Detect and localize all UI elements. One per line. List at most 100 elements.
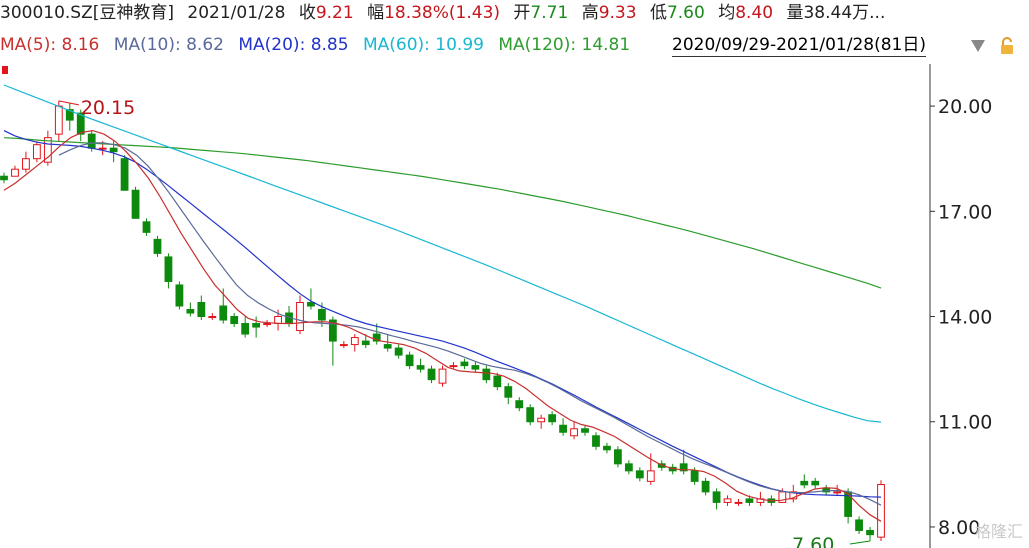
candle-body <box>405 354 414 367</box>
candles <box>0 100 885 541</box>
candle-body <box>504 386 513 398</box>
candle-body <box>87 133 96 149</box>
candle-body <box>361 340 370 346</box>
candle-body <box>515 400 524 409</box>
candle-body <box>811 480 820 486</box>
candle-body <box>263 323 271 326</box>
lock-icon[interactable] <box>998 37 1016 55</box>
quote-date: 2021/01/28 <box>187 3 286 23</box>
candle-body <box>471 365 480 370</box>
candle-body <box>307 301 315 307</box>
candle-body <box>131 189 140 219</box>
ma-line <box>3 130 882 498</box>
candle-body <box>438 368 447 384</box>
candle-body <box>427 368 436 381</box>
ma-legend: MA(5): 8.16 MA(10): 8.62 MA(20): 8.85 MA… <box>0 34 668 56</box>
y-tick-label: 8.00 <box>938 517 980 539</box>
candle-body <box>318 309 326 321</box>
candle-body <box>197 301 206 318</box>
y-tick-label: 20.00 <box>938 96 992 118</box>
candle-body <box>570 428 578 437</box>
candle-body <box>624 463 633 472</box>
candle-body <box>866 529 874 536</box>
ma60-label: MA(60): 10.99 <box>362 35 484 55</box>
candle-body <box>109 147 118 153</box>
candle-body <box>833 491 842 494</box>
candle-body <box>603 445 611 451</box>
candle-body <box>252 323 261 328</box>
candle-body <box>219 305 228 321</box>
candle-body <box>537 417 546 423</box>
candle-body <box>230 316 239 325</box>
candle-body <box>11 168 19 177</box>
ma10-label: MA(10): 8.62 <box>113 35 224 55</box>
candle-body <box>296 301 304 332</box>
low-price: 低7.60 <box>649 3 705 23</box>
candle-body <box>153 238 162 254</box>
close-price: 收9.21 <box>298 3 354 23</box>
candle-body <box>54 105 63 135</box>
candle-body <box>383 344 392 349</box>
candle-body <box>32 144 41 160</box>
candle-body <box>98 147 107 150</box>
candle-body <box>877 484 885 538</box>
candle-body <box>614 449 622 465</box>
candle-body <box>175 284 184 307</box>
candle-body <box>712 491 721 503</box>
candle-body <box>120 158 129 191</box>
candle-body <box>592 435 600 447</box>
candle-body <box>0 175 8 181</box>
candle-body <box>449 365 458 368</box>
ma-lines <box>3 84 882 522</box>
candle-body <box>350 337 359 346</box>
ma5-label: MA(5): 8.16 <box>0 35 100 55</box>
ma20-label: MA(20): 8.85 <box>238 35 349 55</box>
max-pointer <box>58 100 79 106</box>
high-price: 高9.33 <box>581 3 637 23</box>
volume: 量38.44万... <box>786 3 886 23</box>
candle-body <box>690 470 699 482</box>
open-price: 开7.71 <box>513 3 569 23</box>
candle-body <box>526 407 535 423</box>
candle-body <box>734 501 743 504</box>
candle-body <box>208 316 217 319</box>
quote-header: 300010.SZ[豆神教育] 2021/01/28 收9.21 幅18.38%… <box>0 2 1029 24</box>
candle-body <box>548 414 557 423</box>
stock-code: 300010.SZ[豆神教育] <box>0 3 175 23</box>
candle-body <box>274 316 282 325</box>
corner-marker <box>2 66 8 74</box>
candle-body <box>800 480 809 486</box>
candle-body <box>723 498 732 503</box>
avg-price: 均8.40 <box>718 3 774 23</box>
candle-body <box>164 256 173 282</box>
candle-body <box>460 361 469 367</box>
candle-body <box>646 470 655 482</box>
min-price-label: 7.60 <box>792 534 834 548</box>
y-tick-label: 11.00 <box>938 412 992 434</box>
watermark: 格隆汇 <box>974 522 1023 541</box>
candle-body <box>339 344 348 347</box>
candle-body <box>559 424 567 433</box>
candlestick-chart: 20.00 17.00 14.00 11.00 8.00 20.15 7.60 <box>0 64 992 548</box>
y-tick-label: 17.00 <box>938 201 992 223</box>
candle-body <box>745 498 754 503</box>
dropdown-triangle-icon[interactable] <box>971 40 985 52</box>
candle-body <box>416 365 425 370</box>
candle-body <box>241 323 250 335</box>
max-price-label: 20.15 <box>81 97 135 119</box>
candle-body <box>22 158 30 170</box>
y-tick-label: 14.00 <box>938 307 992 329</box>
candle-body <box>493 375 502 388</box>
y-axis: 20.00 17.00 14.00 11.00 8.00 <box>930 96 992 539</box>
candle-body <box>186 309 195 314</box>
candle-body <box>581 428 589 433</box>
change-pct: 幅18.38%(1.43) <box>367 3 501 23</box>
min-pointer <box>849 540 871 545</box>
ma120-label: MA(120): 14.81 <box>498 35 631 55</box>
candle-body <box>394 347 403 356</box>
candle-body <box>855 519 863 531</box>
candle-body <box>482 368 491 381</box>
candle-body <box>635 470 644 479</box>
date-range-selector[interactable]: 2020/09/29-2021/01/28(81日) <box>672 34 926 57</box>
candle-body <box>142 221 151 233</box>
